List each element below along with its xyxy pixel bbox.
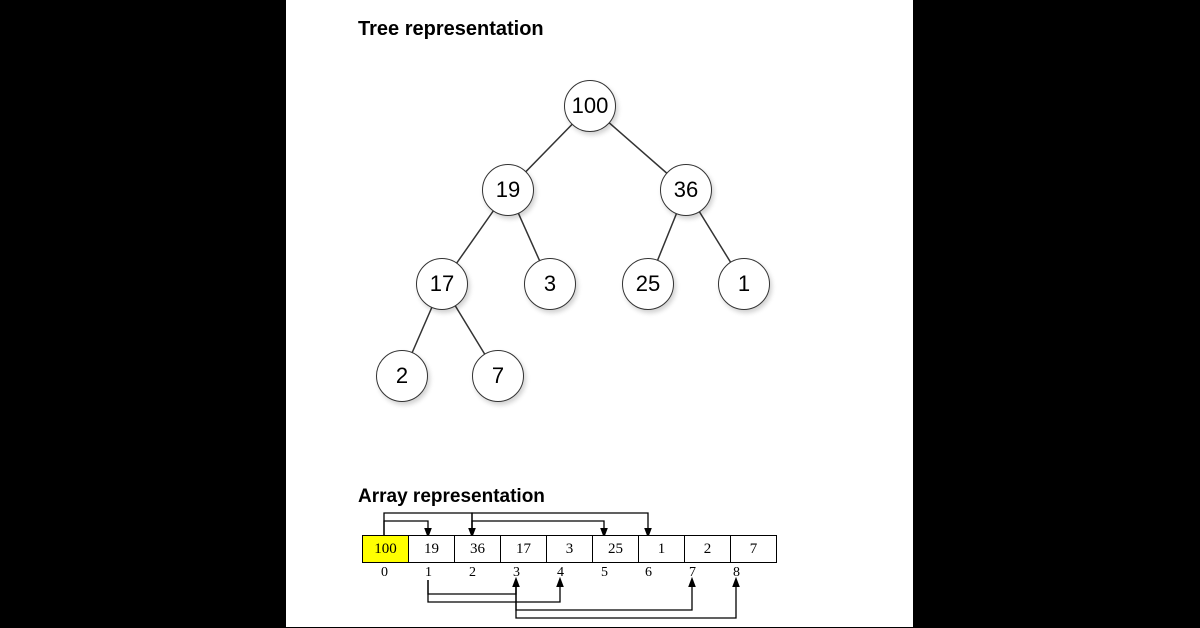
tree-node-2: 36	[660, 164, 712, 216]
array-index-2: 2	[450, 565, 495, 581]
tree-node-4: 3	[524, 258, 576, 310]
heap-array: 100 19 36 17 3 25 1 2 7 0 1 2 3 4 5 6 7 …	[362, 535, 777, 581]
array-cell-1: 19	[408, 535, 455, 563]
tree-title: Tree representation	[358, 18, 544, 41]
heap-tree: 100 19 36 17 3 25 1 2 7	[358, 70, 818, 430]
array-cell-7: 2	[684, 535, 731, 563]
array-cell-6: 1	[638, 535, 685, 563]
tree-node-5: 25	[622, 258, 674, 310]
tree-node-7: 2	[376, 350, 428, 402]
array-index-4: 4	[538, 565, 583, 581]
array-values-row: 100 19 36 17 3 25 1 2 7	[362, 535, 777, 563]
array-index-8: 8	[714, 565, 759, 581]
array-index-6: 6	[626, 565, 671, 581]
array-index-5: 5	[582, 565, 627, 581]
array-index-7: 7	[670, 565, 715, 581]
array-indices-row: 0 1 2 3 4 5 6 7 8	[362, 565, 777, 581]
tree-node-root: 100	[564, 80, 616, 132]
array-title: Array representation	[358, 486, 545, 508]
tree-node-6: 1	[718, 258, 770, 310]
tree-node-8: 7	[472, 350, 524, 402]
array-cell-4: 3	[546, 535, 593, 563]
array-cell-3: 17	[500, 535, 547, 563]
array-cell-2: 36	[454, 535, 501, 563]
array-index-0: 0	[362, 565, 407, 581]
array-index-1: 1	[406, 565, 451, 581]
array-cell-5: 25	[592, 535, 639, 563]
array-cell-0: 100	[362, 535, 409, 563]
tree-node-3: 17	[416, 258, 468, 310]
array-index-3: 3	[494, 565, 539, 581]
tree-node-1: 19	[482, 164, 534, 216]
array-cell-8: 7	[730, 535, 777, 563]
